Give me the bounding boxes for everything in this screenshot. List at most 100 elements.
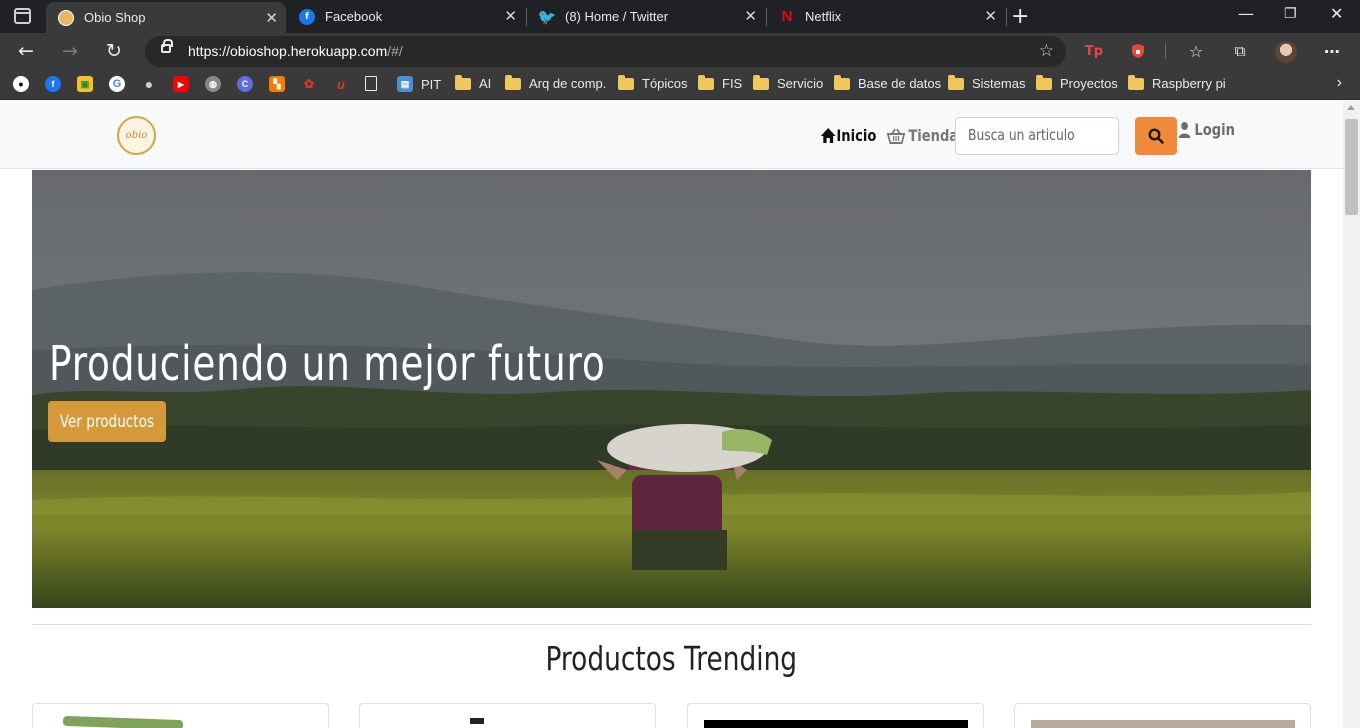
extension-tp-icon[interactable]: Tp (1084, 41, 1104, 61)
close-tab-icon[interactable]: ✕ (984, 7, 997, 25)
forward-icon[interactable]: → (62, 40, 78, 62)
product-card[interactable] (1014, 703, 1311, 728)
bookmark-label: Proyectos (1060, 76, 1118, 91)
product-card[interactable] (359, 703, 656, 728)
ver-productos-button[interactable]: Ver productos (48, 401, 166, 442)
folder-icon (1036, 74, 1052, 90)
bookmark-github[interactable]: ● (13, 76, 29, 92)
close-tab-icon[interactable]: ✕ (744, 7, 757, 25)
more-options-icon[interactable]: ⋯ (1322, 41, 1342, 61)
bookmark-folder-sistemas[interactable]: Sistemas (948, 74, 1026, 91)
bookmark-label: Sistemas (972, 76, 1026, 91)
tab-facebook[interactable]: f Facebook ✕ (287, 0, 525, 33)
extension-shield-icon[interactable] (1128, 41, 1148, 61)
bookmark-folder-ai[interactable]: AI (455, 74, 491, 91)
bookmark-page[interactable] (365, 76, 377, 91)
nav-label: Tienda (908, 126, 959, 145)
bookmark-folder-arq[interactable]: Arq de comp. (505, 74, 607, 91)
bookmark-google[interactable]: G (109, 76, 125, 92)
tab-title: Netflix (805, 9, 842, 24)
product-image (62, 715, 184, 728)
bookmark-apple[interactable]: ● (141, 76, 157, 92)
browser-toolbar: ← → ↻ https://obioshop.herokuapp.com/#/ … (0, 33, 1360, 70)
tab-twitter[interactable]: 🐦 (8) Home / Twitter ✕ (527, 0, 765, 33)
collections-icon[interactable]: ⧉ (1230, 41, 1250, 61)
bookmark-u[interactable]: u (333, 76, 349, 92)
folder-icon (834, 74, 850, 90)
bookmark-globe[interactable]: ◍ (205, 76, 221, 92)
product-card[interactable] (687, 703, 984, 728)
bookmark-c[interactable]: C (237, 76, 253, 92)
bookmark-folder-raspberry[interactable]: Raspberry pi (1128, 74, 1226, 91)
bookmark-youtube[interactable]: ▶ (173, 76, 189, 92)
nav-link-login[interactable]: Login (1178, 120, 1235, 139)
product-image (470, 718, 484, 724)
bookmark-label: Base de datos (858, 76, 942, 91)
chevron-right-icon[interactable]: › (1337, 74, 1342, 92)
add-favorite-icon[interactable]: ☆ (1039, 41, 1054, 61)
u-icon: u (337, 76, 345, 92)
search-button[interactable] (1135, 117, 1177, 155)
back-icon[interactable]: ← (18, 40, 34, 62)
lock-icon (161, 39, 173, 53)
bookmark-folder-bd[interactable]: Base de datos (834, 74, 942, 91)
nav-link-tienda[interactable]: Tienda (887, 126, 958, 145)
hero-title: Produciendo un mejor futuro (49, 336, 606, 392)
section-divider (32, 624, 1311, 625)
trending-section-title: Productos Trending (545, 639, 798, 678)
obio-logo[interactable]: obio (117, 116, 156, 155)
new-tab-icon[interactable]: + (1011, 4, 1029, 29)
folder-icon (948, 74, 964, 90)
scrollbar-thumb[interactable] (1345, 119, 1358, 215)
product-card[interactable] (32, 703, 329, 728)
tab-netflix[interactable]: N Netflix ✕ (767, 0, 1005, 33)
folder-icon (1128, 74, 1144, 90)
nav-link-inicio[interactable]: Inicio (820, 126, 876, 145)
c-icon: C (237, 76, 253, 92)
close-tab-icon[interactable]: ✕ (265, 9, 278, 27)
youtube-icon: ▶ (173, 76, 189, 92)
basket-icon (887, 127, 906, 144)
bookmark-blocks[interactable]: ▚ (269, 76, 285, 92)
pit-icon: ▤ (397, 76, 413, 92)
bookmark-folder-fis[interactable]: FIS (698, 74, 742, 91)
nav-label: Inicio (836, 126, 877, 145)
folder-icon (505, 74, 521, 90)
search-input[interactable]: Busca un articulo (955, 117, 1119, 155)
minimize-icon[interactable]: — (1238, 4, 1254, 23)
page-scrollbar[interactable] (1343, 101, 1360, 728)
user-icon (1178, 121, 1191, 138)
close-window-icon[interactable]: ✕ (1330, 4, 1343, 23)
scroll-up-icon[interactable] (1347, 105, 1355, 110)
restore-icon[interactable]: ❐ (1284, 6, 1297, 22)
page-icon (365, 76, 377, 91)
folder-icon (753, 74, 769, 90)
site-navbar: obio Inicio Tienda Busca un articulo Log… (0, 101, 1343, 169)
page-viewport: obio Inicio Tienda Busca un articulo Log… (0, 101, 1343, 728)
tab-title: Obio Shop (84, 10, 146, 25)
tab-actions-icon[interactable] (14, 8, 31, 24)
bookmark-folder-topicos[interactable]: Tópicos (618, 74, 688, 91)
bookmark-folder-servicio[interactable]: Servicio (753, 74, 823, 91)
tab-obio-shop[interactable]: Obio Shop ✕ (46, 2, 286, 33)
bookmark-label: Arq de comp. (529, 76, 607, 91)
address-bar[interactable]: https://obioshop.herokuapp.com/#/ ☆ (145, 36, 1066, 67)
product-image (704, 720, 968, 728)
favorites-icon[interactable]: ☆ (1186, 41, 1206, 61)
huawei-icon: ✿ (303, 77, 315, 91)
search-icon (1148, 128, 1164, 144)
refresh-icon[interactable]: ↻ (106, 40, 122, 62)
bookmark-facebook[interactable]: f (45, 76, 61, 92)
browser-tab-bar: Obio Shop ✕ f Facebook ✕ 🐦 (8) Home / Tw… (0, 0, 1360, 33)
folder-icon (455, 74, 471, 90)
facebook-icon: f (299, 8, 315, 25)
facebook-icon: f (45, 76, 61, 92)
home-icon (820, 128, 836, 143)
profile-avatar[interactable] (1275, 41, 1297, 63)
close-tab-icon[interactable]: ✕ (504, 7, 517, 25)
bookmark-classroom[interactable]: ▣ (77, 76, 93, 92)
bookmark-huawei[interactable]: ✿ (301, 76, 317, 92)
bookmark-label: PIT (421, 76, 442, 92)
bookmark-folder-proyectos[interactable]: Proyectos (1036, 74, 1118, 91)
bookmark-pit[interactable]: ▤ PIT (397, 76, 441, 92)
